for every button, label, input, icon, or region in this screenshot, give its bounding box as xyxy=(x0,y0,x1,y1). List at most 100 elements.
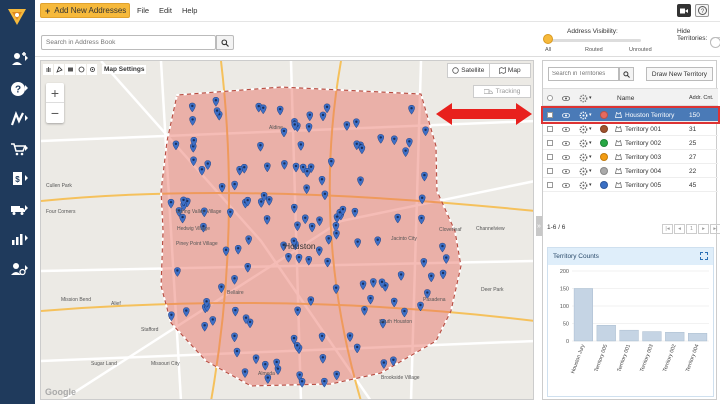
address-pin-icon[interactable] xyxy=(421,171,428,182)
address-pin-icon[interactable] xyxy=(380,359,388,369)
address-pin-icon[interactable] xyxy=(346,332,354,342)
menu-file[interactable]: File xyxy=(137,6,149,15)
address-pin-icon[interactable] xyxy=(328,157,335,168)
gear-icon[interactable]: ▾ xyxy=(579,164,592,178)
address-pin-icon[interactable] xyxy=(391,135,398,146)
address-pin-icon[interactable] xyxy=(351,207,359,218)
territory-color-swatch[interactable] xyxy=(600,139,608,147)
gear-icon[interactable]: ▾ xyxy=(579,178,592,192)
address-pin-icon[interactable] xyxy=(370,278,377,288)
eye-icon[interactable] xyxy=(562,136,570,150)
address-pin-icon[interactable] xyxy=(318,175,326,186)
address-pin-icon[interactable] xyxy=(354,238,361,249)
address-pin-icon[interactable] xyxy=(358,144,366,155)
eye-icon[interactable] xyxy=(562,178,570,192)
address-pin-icon[interactable] xyxy=(402,147,409,158)
territory-color-swatch[interactable] xyxy=(600,125,608,133)
row-checkbox[interactable] xyxy=(547,154,553,160)
help-icon[interactable]: ? xyxy=(6,78,30,100)
pager-last-button[interactable]: ▸| xyxy=(710,224,720,234)
address-pin-icon[interactable] xyxy=(422,126,429,137)
address-pin-icon[interactable] xyxy=(357,176,364,187)
rectangle-tool-icon[interactable] xyxy=(65,63,75,75)
address-pin-icon[interactable] xyxy=(190,156,197,167)
address-pin-icon[interactable] xyxy=(263,215,271,225)
hand-tool-icon[interactable] xyxy=(43,63,53,75)
zoom-in-button[interactable]: + xyxy=(46,83,64,103)
address-pin-icon[interactable] xyxy=(305,123,313,133)
territory-name[interactable]: Territory 002 xyxy=(625,136,661,150)
add-new-addresses-button[interactable]: + Add New Addresses xyxy=(40,3,130,18)
address-pin-icon[interactable] xyxy=(257,141,264,152)
address-pin-icon[interactable] xyxy=(252,354,260,365)
cart-icon[interactable] xyxy=(6,138,30,160)
address-pin-icon[interactable] xyxy=(232,306,239,317)
video-button[interactable] xyxy=(677,4,691,17)
zoom-out-button[interactable]: − xyxy=(46,103,64,123)
gear-icon[interactable]: ▾ xyxy=(579,108,592,122)
address-pin-icon[interactable] xyxy=(361,306,368,316)
address-pin-icon[interactable] xyxy=(321,190,329,201)
territory-row[interactable]: ▾ Territory 003 27 xyxy=(543,150,718,164)
address-pin-icon[interactable] xyxy=(201,322,208,332)
territory-search-button[interactable] xyxy=(619,67,634,81)
map-settings-button[interactable]: Map Settings xyxy=(102,64,147,74)
address-pin-icon[interactable] xyxy=(294,306,301,317)
address-pin-icon[interactable] xyxy=(218,283,225,294)
draw-new-territory-button[interactable]: Draw New Territory xyxy=(646,67,713,81)
pager-next-button[interactable]: ▸ xyxy=(698,224,709,234)
address-pin-icon[interactable] xyxy=(245,235,252,246)
territory-row[interactable]: ▾ Territory 002 25 xyxy=(543,136,718,150)
pager-page-number[interactable]: 1 xyxy=(686,224,697,234)
crosshair-tool-icon[interactable] xyxy=(87,63,97,75)
address-pin-icon[interactable] xyxy=(244,263,252,273)
territory-search-input[interactable] xyxy=(548,67,619,81)
address-pin-icon[interactable] xyxy=(231,275,238,285)
address-pin-icon[interactable] xyxy=(428,272,435,283)
territory-name[interactable]: Territory 004 xyxy=(625,164,661,178)
territory-name[interactable]: Territory 003 xyxy=(625,150,661,164)
address-pin-icon[interactable] xyxy=(189,116,196,126)
address-pin-icon[interactable] xyxy=(377,134,385,144)
address-pin-icon[interactable] xyxy=(353,118,360,129)
address-pin-icon[interactable] xyxy=(236,165,243,176)
address-pin-icon[interactable] xyxy=(417,301,424,312)
address-pin-icon[interactable] xyxy=(281,160,288,170)
address-pin-icon[interactable] xyxy=(401,307,408,318)
address-pin-icon[interactable] xyxy=(218,183,226,193)
invoice-icon[interactable]: $ xyxy=(6,168,30,190)
address-pin-icon[interactable] xyxy=(285,253,292,263)
territory-color-swatch[interactable] xyxy=(600,181,608,189)
gear-icon[interactable]: ▾ xyxy=(579,136,592,150)
gear-icon[interactable]: ▾ xyxy=(579,91,592,105)
address-pin-icon[interactable] xyxy=(418,194,426,205)
address-pin-icon[interactable] xyxy=(321,377,328,388)
territory-color-swatch[interactable] xyxy=(600,153,608,161)
address-pin-icon[interactable] xyxy=(167,198,175,209)
address-pin-icon[interactable] xyxy=(319,111,327,122)
address-pin-icon[interactable] xyxy=(292,162,300,173)
address-pin-icon[interactable] xyxy=(418,214,425,225)
address-pin-icon[interactable] xyxy=(231,180,238,191)
analytics-icon[interactable] xyxy=(6,228,30,250)
address-pin-icon[interactable] xyxy=(183,307,190,318)
address-pin-icon[interactable] xyxy=(212,97,220,107)
select-all-checkbox[interactable] xyxy=(547,95,553,101)
address-pin-icon[interactable] xyxy=(323,103,331,114)
address-pin-icon[interactable] xyxy=(298,378,306,388)
address-pin-icon[interactable] xyxy=(325,235,332,245)
territory-name[interactable]: Houston Territory xyxy=(625,108,674,122)
address-pin-icon[interactable] xyxy=(442,254,450,265)
address-pin-icon[interactable] xyxy=(397,271,405,281)
address-visibility-slider-track[interactable] xyxy=(546,39,641,42)
address-pin-icon[interactable] xyxy=(233,347,241,358)
address-pin-icon[interactable] xyxy=(303,184,310,195)
pager-prev-button[interactable]: ◂ xyxy=(674,224,685,234)
user-settings-icon[interactable] xyxy=(6,258,30,280)
address-pin-icon[interactable] xyxy=(241,368,249,379)
address-pin-icon[interactable] xyxy=(168,311,175,322)
address-pin-icon[interactable] xyxy=(276,105,284,116)
tracking-button[interactable]: Tracking xyxy=(473,85,531,98)
address-pin-icon[interactable] xyxy=(265,196,273,206)
territory-row[interactable]: ▾ Territory 004 22 xyxy=(543,164,718,178)
